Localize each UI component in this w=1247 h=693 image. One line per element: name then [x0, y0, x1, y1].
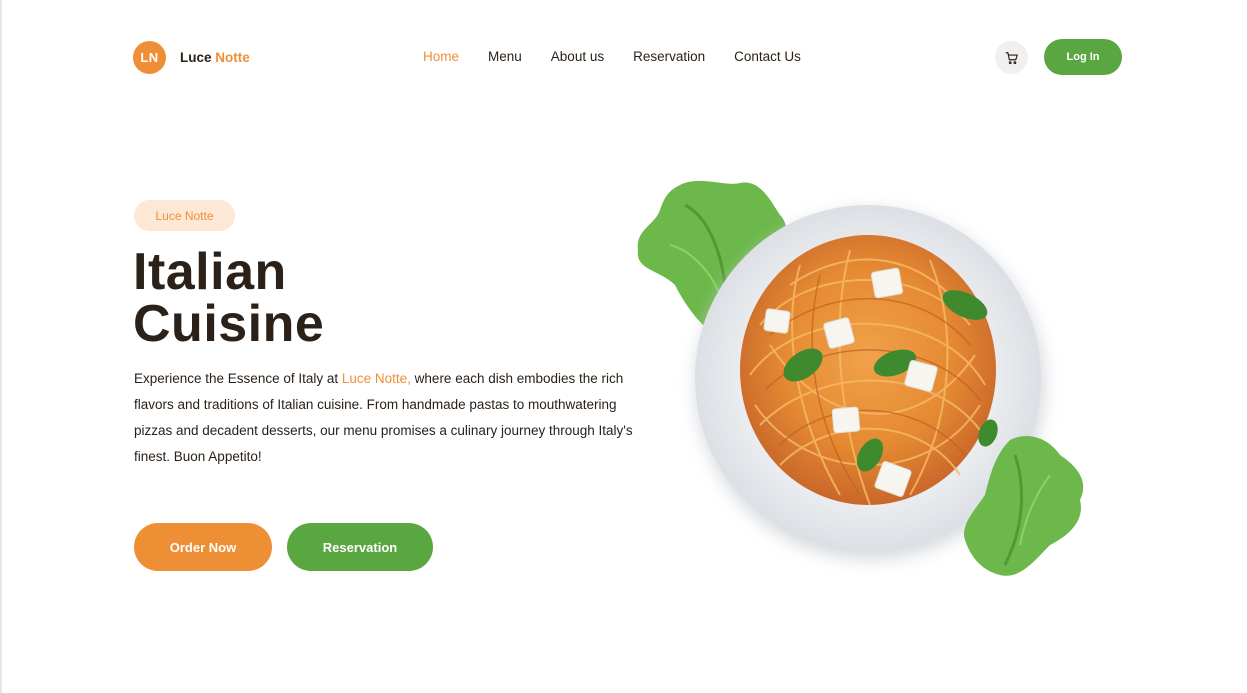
brand-logo[interactable]: LN Luce Notte — [133, 41, 250, 74]
nav-about-us[interactable]: About us — [551, 49, 604, 64]
page: LN Luce Notte Home Menu About us Reserva… — [0, 0, 1247, 693]
cart-icon — [1005, 51, 1018, 64]
logo-badge: LN — [133, 41, 166, 74]
hero-title: Italian Cuisine — [133, 246, 324, 350]
cart-button[interactable] — [995, 41, 1028, 74]
brand-name-second: Notte — [215, 50, 250, 65]
hero-title-line2: Cuisine — [133, 295, 325, 353]
hero-description: Experience the Essence of Italy at Luce … — [134, 366, 634, 470]
reservation-button[interactable]: Reservation — [287, 523, 433, 571]
nav-contact-us[interactable]: Contact Us — [734, 49, 801, 64]
hero-tag: Luce Notte — [134, 200, 235, 231]
nav-home[interactable]: Home — [423, 49, 459, 64]
desc-highlight: Luce Notte, — [341, 371, 411, 386]
main-nav: Home Menu About us Reservation Contact U… — [423, 49, 830, 64]
brand-name: Luce Notte — [180, 50, 250, 65]
brand-name-first: Luce — [180, 50, 212, 65]
hero-title-line1: Italian — [133, 243, 287, 301]
nav-reservation[interactable]: Reservation — [633, 49, 705, 64]
login-button[interactable]: Log In — [1044, 39, 1122, 75]
order-now-button[interactable]: Order Now — [134, 523, 272, 571]
pasta-plate-image — [637, 180, 1084, 576]
desc-before: Experience the Essence of Italy at — [134, 371, 342, 386]
nav-menu[interactable]: Menu — [488, 49, 522, 64]
